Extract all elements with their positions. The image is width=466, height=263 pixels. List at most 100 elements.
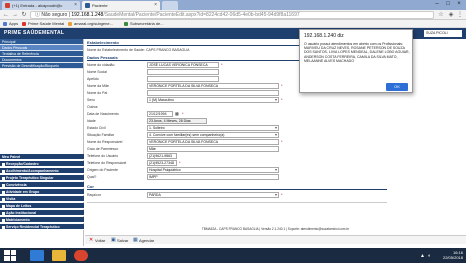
section-label: Mapa de Leitos (6, 204, 32, 208)
menu-select[interactable]: SUZA PICOLI (424, 30, 462, 37)
sidebar-section-mapa[interactable]: Mapa de Leitos (0, 203, 84, 209)
nome-responsavel-input[interactable]: VERONICE PORTELA DA SILVA FONSECA (147, 139, 279, 145)
bookmark-prime[interactable]: Prime Saúde Mental (22, 21, 64, 27)
close-icon[interactable]: × (154, 1, 157, 10)
button-label: Voltar (95, 238, 106, 243)
field-label: Origem do Paciente (87, 168, 118, 172)
tab-label: Paciente (92, 3, 108, 8)
section-label: Serviço Residencial Terapêutico (6, 225, 60, 229)
sidebar-section-acao[interactable]: Ação Institucional (0, 210, 84, 216)
square-icon (2, 225, 5, 229)
nome-pai-input[interactable] (147, 90, 279, 96)
close-icon[interactable]: × (74, 1, 77, 10)
qual-input[interactable]: IMPP (147, 174, 279, 180)
sidebar-section-recepcao[interactable]: Recepção/Cadastro (0, 161, 84, 167)
tab-gmail[interactable]: (+1) Entrada - alcapoodri@c × (2, 1, 80, 10)
bookmarks-bar: Apps Prime Saúde Mental amaral.org/subge… (0, 20, 466, 28)
ok-button[interactable]: OK (386, 83, 408, 91)
nome-social-input[interactable] (147, 69, 219, 75)
dialog-title: 192.168.1.240 diz (304, 33, 344, 39)
bookmark-apps[interactable]: Apps (3, 21, 18, 27)
save-icon: ▣ (111, 237, 116, 243)
estabelecimento-label: Nome do Estabelecimento de Saúde: CAPS F… (87, 48, 190, 52)
app-logo: PRIME SAÚDEMENTAL (4, 30, 65, 36)
sidebar-section-convivencia[interactable]: Convivência (0, 182, 84, 188)
section-label: Matriciamento (6, 218, 30, 222)
footer-text: TBMA52A - CAPS FRANCO BASAGLIA | Versão … (201, 227, 350, 231)
sexo-select[interactable]: 1 (M) Masculino (147, 97, 279, 103)
required-mark: * (281, 97, 283, 102)
ie-icon[interactable] (30, 250, 44, 261)
raca-cor-select[interactable]: PARDA (147, 192, 279, 198)
minimize-icon[interactable]: – (432, 0, 442, 9)
square-icon (2, 204, 5, 208)
bookmark-subsecretaria[interactable]: Subsecretária de... (124, 21, 164, 27)
field-label: Qual? (87, 175, 97, 179)
situacao-familiar-select[interactable]: 4. Convive com familiar(es) sem companhe… (147, 132, 279, 138)
extension-icon[interactable]: ◈ (447, 11, 455, 19)
back-icon[interactable]: ← (2, 11, 10, 19)
section-label: Acolhimento/Acompanhamento (6, 169, 59, 173)
voltar-button[interactable]: ✕ Voltar (89, 237, 105, 244)
section-label: Convivência (6, 183, 27, 187)
new-tab-button[interactable] (162, 1, 178, 10)
volume-icon[interactable]: ◐ (428, 253, 431, 259)
square-icon (2, 218, 5, 222)
nome-mae-input[interactable]: VERONICE PORTELA DA SILVA FONSECA (147, 83, 279, 89)
bookmark-label: amaral.org/subgene... (74, 21, 113, 26)
sidebar-section-acolhimento[interactable]: Acolhimento/Acompanhamento (0, 168, 84, 174)
browser-tab-strip: (+1) Entrada - alcapoodri@c × Paciente ×… (0, 0, 466, 10)
field-label: Situação Familiar (87, 133, 115, 137)
field-label: Estado Civil (87, 126, 106, 130)
idade-input: 23 Anos, 4 Meses, 28 Dias (147, 118, 207, 124)
folder-icon[interactable] (52, 250, 66, 261)
reload-icon[interactable]: ↻ (20, 11, 28, 19)
dialog-message: O usuário possui atendimentos em aberto … (304, 42, 410, 63)
origem-paciente-select[interactable]: Hospital Psiquiátrico (147, 167, 279, 173)
button-label: Agendar (139, 238, 155, 243)
tab-label: (+1) Entrada - alcapoodri@c (12, 3, 63, 8)
sidebar-section-servico[interactable]: Serviço Residencial Terapêutico (0, 224, 84, 230)
sidebar-section-visita[interactable]: Visita (0, 196, 84, 202)
windows-start-icon[interactable] (4, 250, 16, 261)
sidebar-item-previsao[interactable]: Previsão de Desmitificação/Bloqueio (0, 63, 83, 69)
sidebar-section-projeto[interactable]: Projeto Terapêutico Singular (0, 175, 84, 181)
bookmark-icon (68, 22, 72, 26)
sidebar: Principal Dados Pessoais Tentativa de Re… (0, 39, 84, 246)
estado-civil-select[interactable]: 1. Solteiro (147, 125, 279, 131)
star-icon[interactable]: ☆ (437, 11, 445, 19)
url-input[interactable]: ⓘ Não seguro | 192.168.1.248/SaudeMental… (30, 11, 434, 19)
maximize-icon[interactable]: □ (443, 0, 453, 9)
field-label: Outros (87, 105, 98, 109)
square-icon (2, 211, 5, 215)
field-label: Raça/cor (87, 193, 102, 197)
sidebar-section-matriciamento[interactable]: Matriciamento (0, 217, 84, 223)
bookmark-icon (22, 22, 26, 26)
page-icon (85, 3, 90, 8)
field-label: Nome do Pai (87, 91, 108, 95)
tab-paciente[interactable]: Paciente × (82, 1, 160, 10)
taskbar-clock[interactable]: 16:16 22/05/2018 (443, 250, 463, 260)
network-icon[interactable]: ▲ (420, 253, 425, 259)
salvar-button[interactable]: ▣ Salvar (111, 237, 128, 244)
windows-taskbar: ▲ ◐ 16:16 22/05/2018 (0, 248, 466, 263)
square-icon (2, 176, 5, 180)
nome-cidadao-input[interactable]: JOSÉ LUCAS VERONICA FONSECA (147, 62, 219, 68)
apelido-input[interactable] (147, 76, 219, 82)
sidebar-section-atividade[interactable]: Atividade em Grupo (0, 189, 84, 195)
required-mark: * (179, 160, 181, 165)
calendar-icon[interactable]: ▦ (175, 111, 179, 116)
forward-icon[interactable]: → (11, 11, 19, 19)
agendar-button[interactable]: ▦ Agendar (133, 237, 154, 244)
close-window-icon[interactable]: × (454, 0, 464, 9)
chrome-icon[interactable] (74, 250, 88, 261)
menu-icon[interactable]: ⋮ (456, 11, 464, 19)
grau-parentesco-input[interactable]: Mãe (147, 146, 279, 152)
data-nascimento-input[interactable]: 21/12/1994 (147, 111, 173, 117)
telefone-usuario-input[interactable]: (21)9621-9863 (147, 153, 177, 159)
section-label: Meu Painel (2, 155, 21, 159)
bookmark-amaral[interactable]: amaral.org/subgene... (68, 21, 113, 27)
telefone-responsavel-input[interactable]: (21)9523-27348 (147, 160, 177, 166)
button-label: Salvar (117, 238, 129, 243)
sidebar-section-meu-painel[interactable]: Meu Painel (0, 154, 84, 160)
